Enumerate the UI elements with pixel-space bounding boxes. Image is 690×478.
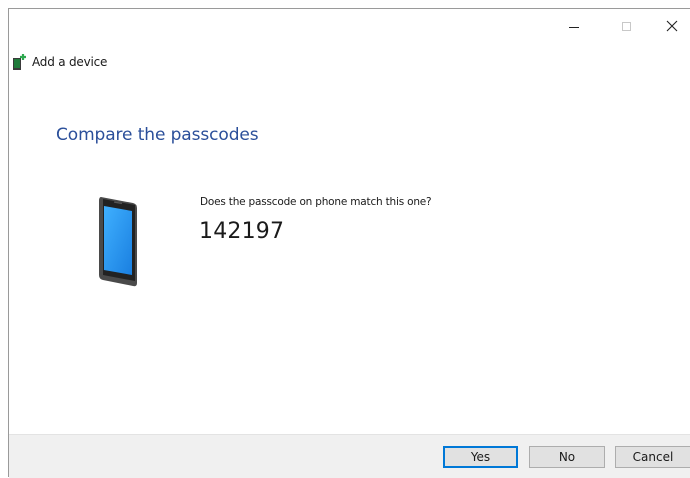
title-bar (9, 9, 690, 43)
button-bar: Yes No Cancel (9, 434, 690, 478)
window-title: Add a device (32, 55, 108, 69)
minimize-icon (569, 26, 579, 28)
no-button[interactable]: No (529, 446, 605, 468)
add-device-icon (13, 54, 26, 70)
passcode-value: 142197 (199, 219, 285, 244)
phone-icon (99, 197, 137, 287)
maximize-icon (621, 21, 631, 31)
minimize-button[interactable] (551, 9, 597, 43)
cancel-button[interactable]: Cancel (615, 446, 690, 468)
close-icon (666, 20, 678, 32)
app-header: Add a device (12, 52, 107, 72)
add-device-window: Add a device Compare the passcodes Does … (8, 8, 690, 478)
maximize-button[interactable] (603, 9, 649, 43)
passcode-question: Does the passcode on phone match this on… (200, 196, 432, 208)
yes-button[interactable]: Yes (443, 446, 518, 468)
close-button[interactable] (649, 9, 690, 43)
page-heading: Compare the passcodes (56, 125, 259, 145)
